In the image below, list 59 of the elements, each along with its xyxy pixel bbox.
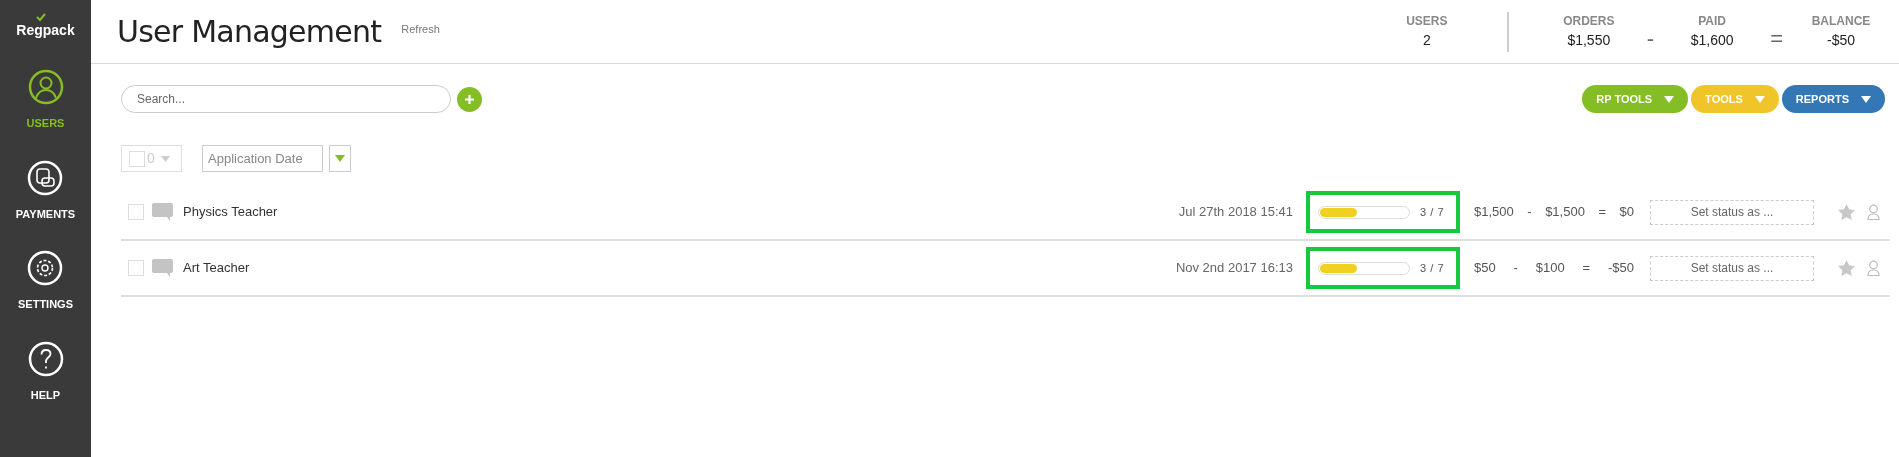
caret-icon xyxy=(335,155,345,162)
amount: $100 xyxy=(1535,259,1565,278)
user-name[interactable]: Art Teacher xyxy=(183,258,250,278)
plus-icon xyxy=(464,93,475,105)
sidebar-item[interactable]: HELP xyxy=(27,340,64,403)
star-icon[interactable] xyxy=(1838,260,1855,276)
progress-text: 3 / 7 xyxy=(1420,260,1445,276)
stat-value: $1,550 xyxy=(1567,31,1611,50)
stat-label: USERS xyxy=(1406,13,1448,30)
logo: Regpack xyxy=(16,21,75,40)
sidebar-item[interactable]: PAYMENTS xyxy=(15,159,76,222)
caret-icon xyxy=(160,155,170,162)
refresh-link[interactable]: Refresh xyxy=(401,21,440,38)
add-button[interactable] xyxy=(457,86,482,112)
checkbox[interactable] xyxy=(129,150,145,167)
stat-label: PAID xyxy=(1698,13,1727,30)
operator: - xyxy=(1527,203,1532,222)
person-icon[interactable] xyxy=(1867,260,1880,276)
caret-icon xyxy=(1664,95,1675,103)
status-field[interactable]: Set status as ... xyxy=(1650,199,1814,225)
amount: $1,500 xyxy=(1545,203,1585,222)
operator: = xyxy=(1582,259,1591,278)
stat-value: -$50 xyxy=(1827,31,1855,50)
progress-text: 3 / 7 xyxy=(1420,204,1445,220)
settings-icon xyxy=(27,250,64,286)
operator: - xyxy=(1646,25,1655,53)
amount: $50 xyxy=(1474,259,1496,278)
stat-value: 2 xyxy=(1422,31,1431,50)
sidebar-item[interactable]: SETTINGS xyxy=(18,250,73,313)
user-name[interactable]: Physics Teacher xyxy=(183,202,278,222)
help-icon xyxy=(27,340,64,377)
search-field[interactable]: Search... xyxy=(121,85,451,113)
operator: - xyxy=(1513,259,1518,278)
checkmark-icon xyxy=(36,13,47,22)
page-title: User Management xyxy=(117,13,382,51)
star-icon[interactable] xyxy=(1838,204,1855,220)
stat-label: BALANCE xyxy=(1811,13,1871,30)
sort-dropdown-button[interactable] xyxy=(329,145,351,172)
amount: -$50 xyxy=(1607,259,1634,278)
date-text: Nov 2nd 2017 16:13 xyxy=(1175,259,1293,278)
operator: = xyxy=(1598,203,1606,222)
checkbox[interactable] xyxy=(128,204,144,220)
amount: $0 xyxy=(1619,203,1634,222)
comment-icon xyxy=(152,259,173,277)
sort-field[interactable]: Application Date xyxy=(202,145,323,172)
stat-value: $1,600 xyxy=(1690,31,1734,50)
sidebar-item[interactable]: USERS xyxy=(26,69,65,132)
status-field[interactable]: Set status as ... xyxy=(1650,255,1814,281)
operator: = xyxy=(1770,25,1783,53)
menu-button[interactable]: REPORTS xyxy=(1781,85,1885,113)
caret-icon xyxy=(1861,95,1871,103)
comment-icon xyxy=(152,203,173,221)
person-icon[interactable] xyxy=(1867,204,1880,220)
checkbox[interactable] xyxy=(128,260,144,276)
amount: $1,500 xyxy=(1474,203,1514,222)
stat-label: ORDERS xyxy=(1563,13,1615,30)
date-text: Jul 27th 2018 15:41 xyxy=(1178,203,1293,222)
caret-icon xyxy=(1754,95,1765,103)
user-icon xyxy=(27,69,64,105)
